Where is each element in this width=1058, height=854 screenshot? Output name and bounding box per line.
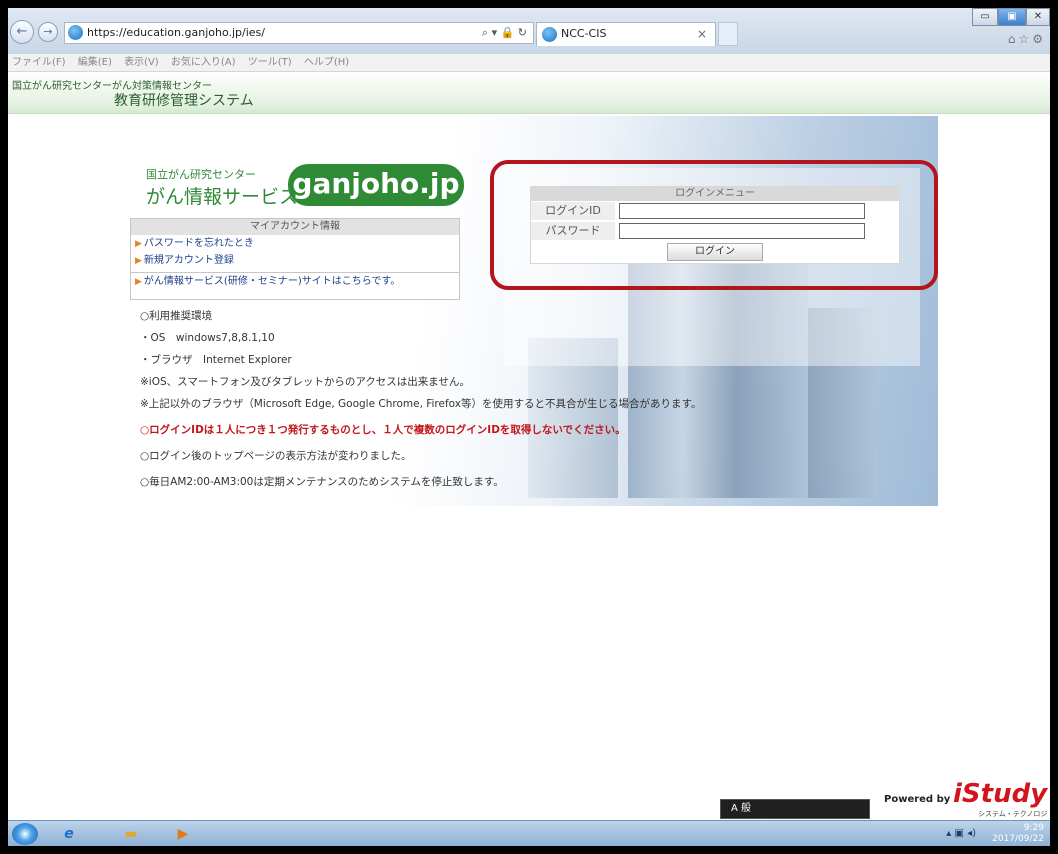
istudy-logo: iStudy: [953, 779, 1048, 809]
warning-login-id: ○ログインIDは１人につき１つ発行するものとし、１人で複数のログインIDを取得し…: [140, 424, 626, 436]
powered-by-label: Powered by: [884, 794, 951, 805]
taskbar: e ▬ ▶ ▴ ▣ ◂) 9:29 2017/09/22: [8, 820, 1050, 846]
env-browser: ・ブラウザ Internet Explorer: [140, 354, 292, 366]
logo-service-text: がん情報サービス: [146, 186, 299, 208]
arrow-icon: ▶: [135, 277, 142, 287]
menu-file[interactable]: ファイル(F): [12, 57, 66, 68]
address-bar: ← → https://education.ganjoho.jp/ies/ ⌕ …: [8, 8, 1050, 54]
internet-explorer-icon[interactable]: e: [54, 823, 84, 845]
note-browser: ※上記以外のブラウザ（Microsoft Edge, Google Chrome…: [140, 398, 702, 410]
url-field[interactable]: https://education.ganjoho.jp/ies/ ⌕ ▾ 🔒 …: [64, 22, 534, 44]
env-title: ○利用推奨環境: [140, 310, 213, 322]
register-account-link[interactable]: ▶ 新規アカウント登録: [131, 252, 459, 269]
clock[interactable]: 9:29 2017/09/22: [992, 823, 1044, 845]
seminar-site-link[interactable]: ▶ がん情報サービス(研修・セミナー)サイトはこちらです。: [131, 273, 459, 290]
menu-bar: ファイル(F) 編集(E) 表示(V) お気に入り(A) ツール(T) ヘルプ(…: [8, 54, 1050, 72]
notice-maintenance: ○毎日AM2:00-AM3:00は定期メンテナンスのためシステムを停止致します。: [140, 476, 504, 488]
tab-title: NCC-CIS: [561, 27, 607, 40]
site-header: 国立がん研究センターがん対策情報センター 教育研修管理システム: [8, 72, 1050, 114]
menu-help[interactable]: ヘルプ(H): [304, 57, 349, 68]
menu-edit[interactable]: 編集(E): [78, 57, 112, 68]
system-name: 教育研修管理システム: [114, 93, 254, 109]
env-os: ・OS windows7,8,8.1,10: [140, 332, 275, 344]
login-highlight-frame: [490, 160, 938, 290]
start-button[interactable]: [12, 823, 38, 845]
logo-org-text: 国立がん研究センター: [146, 168, 256, 181]
clock-date: 2017/09/22: [992, 834, 1044, 844]
forward-button[interactable]: →: [38, 22, 58, 42]
site-globe-icon: [68, 25, 83, 40]
my-account-box: マイアカウント情報 ▶ パスワードを忘れたとき ▶ 新規アカウント登録 ▶ がん情報サ…: [130, 218, 460, 300]
browser-window: ← → https://education.ganjoho.jp/ies/ ⌕ …: [8, 8, 1050, 846]
home-favorites-settings-icons[interactable]: ⌂☆⚙: [1008, 32, 1046, 46]
tab-close-icon[interactable]: ×: [697, 23, 707, 45]
seminar-site-label: がん情報サービス(研修・セミナー)サイトはこちらです。: [143, 276, 401, 287]
account-title: マイアカウント情報: [131, 219, 459, 235]
clock-time: 9:29: [1023, 823, 1044, 833]
notice-top-page: ○ログイン後のトップページの表示方法が変わりました。: [140, 450, 412, 462]
arrow-icon: ▶: [135, 239, 142, 249]
minimize-button[interactable]: ▭: [972, 8, 998, 26]
ganjoho-logo: ganjoho.jp: [288, 164, 464, 206]
search-refresh-icons[interactable]: ⌕ ▾ 🔒 ↻: [482, 23, 527, 43]
menu-favorites[interactable]: お気に入り(A): [171, 57, 236, 68]
tab-globe-icon: [542, 27, 557, 42]
arrow-icon: ▶: [135, 256, 142, 266]
media-player-icon[interactable]: ▶: [168, 823, 198, 845]
new-tab-button[interactable]: [718, 22, 738, 46]
browser-tab[interactable]: NCC-CIS ×: [536, 22, 716, 46]
maximize-button[interactable]: ▣: [998, 8, 1026, 26]
menu-tools[interactable]: ツール(T): [248, 57, 292, 68]
close-window-button[interactable]: ✕: [1026, 8, 1050, 26]
back-button[interactable]: ←: [10, 20, 34, 44]
note-mobile: ※iOS、スマートフォン及びタブレットからのアクセスは出来ません。: [140, 376, 470, 388]
folder-icon[interactable]: ▬: [116, 823, 146, 845]
ime-language-bar[interactable]: A 般: [720, 799, 870, 819]
forgot-password-link[interactable]: ▶ パスワードを忘れたとき: [131, 235, 459, 252]
menu-view[interactable]: 表示(V): [124, 57, 159, 68]
url-text: https://education.ganjoho.jp/ies/: [87, 26, 265, 39]
forgot-password-label: パスワードを忘れたとき: [143, 238, 254, 249]
tray-icons[interactable]: ▴ ▣ ◂): [946, 828, 976, 839]
register-account-label: 新規アカウント登録: [143, 255, 234, 266]
